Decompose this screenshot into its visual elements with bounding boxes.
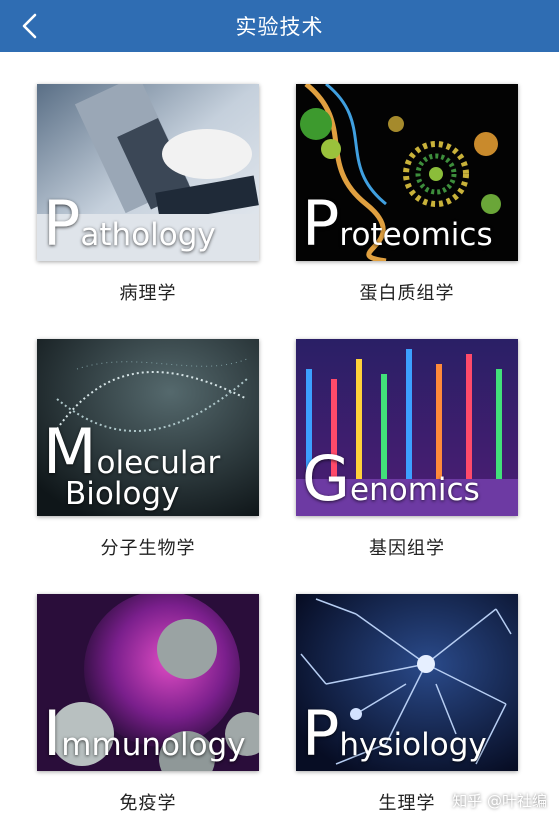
immunology-title: Immunology [43,697,246,770]
card-caption: 病理学 [119,283,177,304]
card-caption: 生理学 [378,793,436,814]
genomics-image: Genomics [296,339,518,516]
molecular-biology-image: Molecular Biology [37,339,259,516]
physiology-image: Physiology [296,594,518,771]
proteomics-image: Proteomics [296,84,518,261]
pathology-image: Pathology [37,84,259,261]
card-physiology[interactable]: Physiology 生理学 [296,594,518,815]
back-button[interactable] [10,6,50,46]
card-caption: 蛋白质组学 [359,283,455,304]
physiology-title: Physiology [302,697,487,770]
molecular-biology-title: Molecular Biology [43,415,221,512]
proteomics-title: Proteomics [302,187,493,260]
card-molecular-biology[interactable]: Molecular Biology 分子生物学 [37,339,259,560]
card-immunology[interactable]: Immunology 免疫学 [37,594,259,815]
pathology-title: Pathology [43,187,216,260]
page-title: 实验技术 [235,15,324,39]
chevron-left-icon [22,13,37,39]
genomics-title: Genomics [302,442,480,515]
card-caption: 基因组学 [369,538,445,559]
card-caption: 免疫学 [119,793,177,814]
card-proteomics[interactable]: Proteomics 蛋白质组学 [296,84,518,305]
card-pathology[interactable]: Pathology 病理学 [37,84,259,305]
immunology-image: Immunology [37,594,259,771]
card-genomics[interactable]: Genomics 基因组学 [296,339,518,560]
watermark: 知乎 @叶社编 [452,792,547,810]
app-header: 实验技术 [0,0,559,52]
card-caption: 分子生物学 [100,538,196,559]
